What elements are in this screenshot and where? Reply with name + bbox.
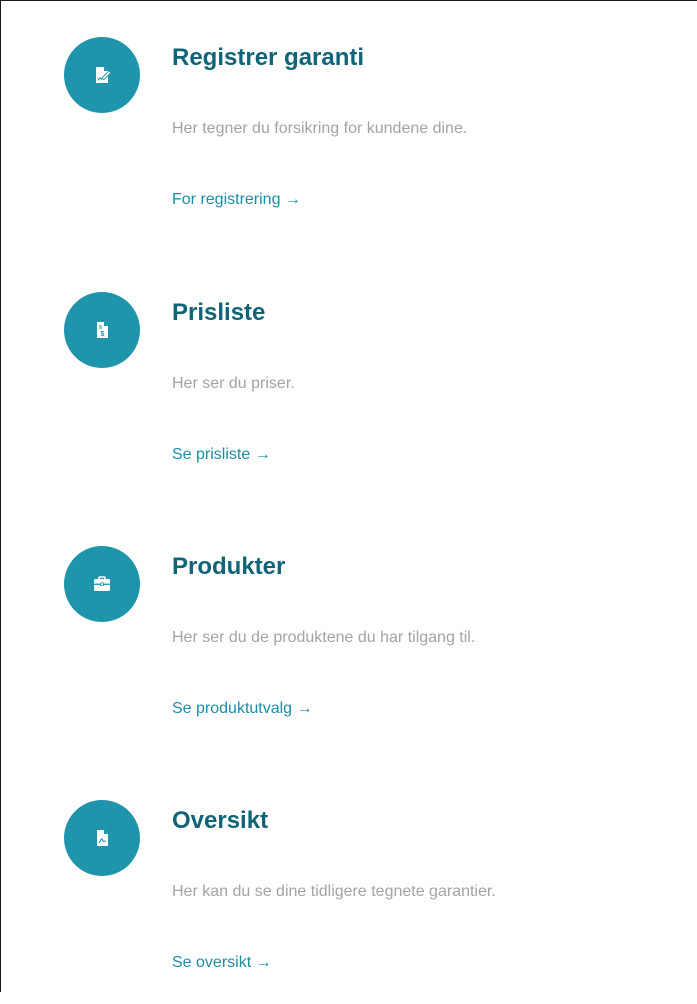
- card-title: Registrer garanti: [172, 44, 365, 71]
- document-signature-icon: [64, 37, 140, 113]
- for-registrering-link[interactable]: For registrering →: [172, 189, 301, 211]
- briefcase-icon: [64, 546, 140, 622]
- card-produkter: Produkter Her ser du de produktene du ha…: [1, 510, 681, 750]
- se-prisliste-link[interactable]: Se prisliste →: [172, 444, 271, 466]
- se-oversikt-link[interactable]: Se oversikt →: [172, 952, 272, 974]
- svg-text:$: $: [101, 331, 105, 338]
- card-title: Prisliste: [172, 299, 266, 326]
- card-description: Her kan du se dine tidligere tegnete gar…: [172, 883, 496, 900]
- card-oversikt: Oversikt Her kan du se dine tidligere te…: [1, 764, 681, 1004]
- card-description: Her ser du priser.: [172, 375, 295, 392]
- card-title: Oversikt: [172, 807, 269, 834]
- se-produktutvalg-link[interactable]: Se produktutvalg →: [172, 698, 313, 720]
- card-description: Her tegner du forsikring for kundene din…: [172, 120, 468, 137]
- price-document-icon: $: [64, 292, 140, 368]
- card-description: Her ser du de produktene du har tilgang …: [172, 629, 476, 646]
- card-registrer-garanti: Registrer garanti Her tegner du forsikri…: [1, 1, 681, 241]
- card-prisliste: $ Prisliste Her ser du priser. Se prisli…: [1, 256, 681, 496]
- card-title: Produkter: [172, 553, 286, 580]
- pdf-document-icon: [64, 800, 140, 876]
- page-frame: Registrer garanti Her tegner du forsikri…: [0, 0, 697, 992]
